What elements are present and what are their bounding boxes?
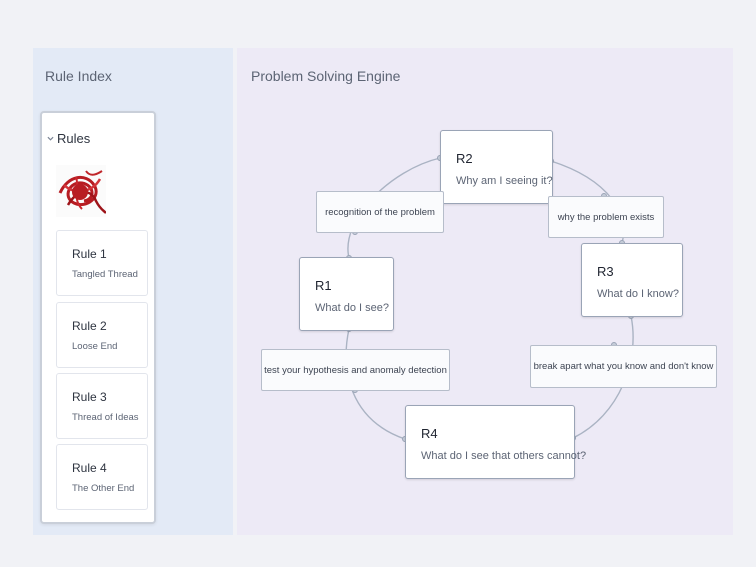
node-r1[interactable]: R1 What do I see? bbox=[299, 257, 394, 331]
rule-title: Rule 4 bbox=[72, 461, 107, 475]
node-r4[interactable]: R4 What do I see that others cannot? bbox=[405, 405, 586, 479]
node-question: What do I know? bbox=[597, 288, 679, 300]
node-title: R2 bbox=[456, 151, 473, 166]
node-title: R3 bbox=[597, 264, 614, 279]
rule-card-4[interactable]: Rule 4 The Other End bbox=[56, 444, 148, 510]
edge-label-r4-r1: test your hypothesis and anomaly detecti… bbox=[261, 349, 450, 391]
tangled-thread-image bbox=[56, 165, 106, 217]
rule-title: Rule 3 bbox=[72, 390, 107, 404]
rule-card-3[interactable]: Rule 3 Thread of Ideas bbox=[56, 373, 148, 439]
node-question: What do I see? bbox=[315, 302, 389, 314]
rule-index-sidebar: Rule Index Rules Rule 1 Tangled Thread R… bbox=[33, 48, 233, 535]
rules-group-header[interactable]: Rules bbox=[47, 131, 90, 146]
edge-label-r3-r4: break apart what you know and don't know bbox=[530, 345, 717, 388]
edge-label-r1-r2: recognition of the problem bbox=[316, 191, 444, 233]
node-question: Why am I seeing it? bbox=[456, 175, 553, 187]
node-question: What do I see that others cannot? bbox=[421, 450, 587, 462]
sidebar-title: Rule Index bbox=[45, 68, 112, 84]
edge-label-r2-r3: why the problem exists bbox=[548, 196, 664, 238]
rule-card-2[interactable]: Rule 2 Loose End bbox=[56, 302, 148, 368]
rule-title: Rule 2 bbox=[72, 319, 107, 333]
node-r2[interactable]: R2 Why am I seeing it? bbox=[440, 130, 553, 204]
rule-subtitle: Thread of Ideas bbox=[72, 412, 139, 423]
canvas-title: Problem Solving Engine bbox=[251, 68, 401, 84]
rules-group-label: Rules bbox=[57, 131, 91, 146]
node-title: R4 bbox=[421, 426, 438, 441]
rule-title: Rule 1 bbox=[72, 247, 107, 261]
rule-card-1[interactable]: Rule 1 Tangled Thread bbox=[56, 230, 148, 296]
rule-subtitle: Loose End bbox=[72, 341, 118, 352]
rules-panel: Rules Rule 1 Tangled Thread Rule 2 Loose… bbox=[40, 111, 156, 524]
node-r3[interactable]: R3 What do I know? bbox=[581, 243, 683, 317]
rule-subtitle: Tangled Thread bbox=[72, 269, 138, 280]
rule-subtitle: The Other End bbox=[72, 483, 135, 494]
chevron-down-icon[interactable] bbox=[47, 135, 54, 142]
node-title: R1 bbox=[315, 278, 332, 293]
